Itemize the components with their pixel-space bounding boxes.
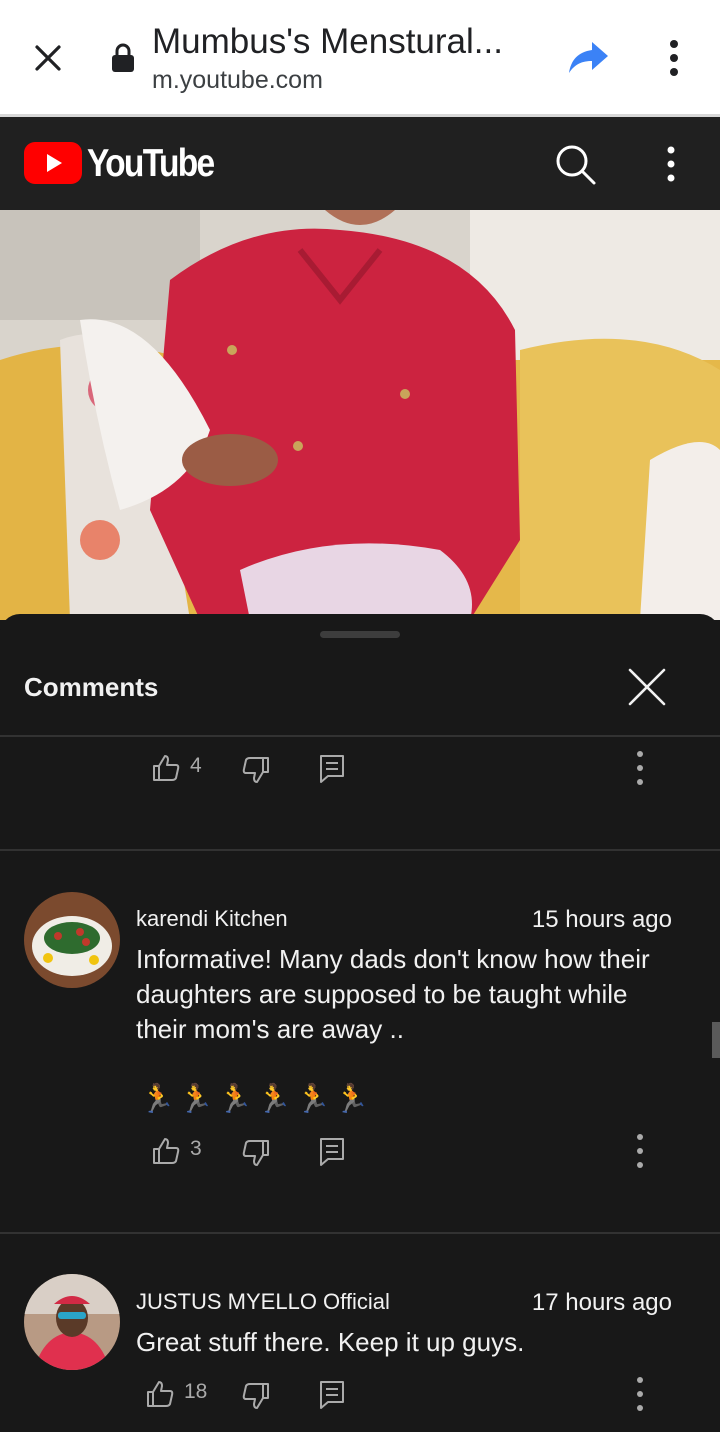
comment-text: Great stuff there. Keep it up guys. — [136, 1327, 525, 1357]
thumbs-down-icon[interactable] — [240, 754, 272, 786]
comment-item: JUSTUS MYELLO Official 17 hours ago Grea… — [0, 1233, 720, 1432]
reply-icon[interactable] — [316, 1378, 348, 1410]
comments-panel: Comments 4 karendi Kitchen 15 hours ago … — [0, 614, 720, 1432]
scrollbar-thumb[interactable] — [712, 1022, 720, 1058]
page-url: m.youtube.com — [152, 66, 323, 94]
comment-emojis: 🏃🏃🏃🏃🏃🏃 — [140, 1083, 374, 1114]
comment-time: 15 hours ago — [531, 906, 672, 933]
comment-actions: 3 — [0, 1129, 720, 1173]
comment-author[interactable]: JUSTUS MYELLO Official — [136, 1289, 390, 1315]
more-vert-icon[interactable] — [628, 1131, 652, 1171]
video-player[interactable] — [0, 210, 720, 620]
thumbs-up-icon[interactable] — [150, 752, 182, 784]
comment-text: Informative! Many dads don't know how th… — [136, 944, 650, 1044]
avatar[interactable] — [24, 1274, 120, 1370]
comments-title: Comments — [24, 672, 159, 702]
more-vert-icon[interactable] — [656, 142, 686, 186]
thumbs-up-icon[interactable] — [150, 1135, 182, 1167]
comment-item: karendi Kitchen 15 hours ago Informative… — [0, 850, 720, 1232]
drag-handle[interactable] — [320, 631, 400, 638]
page-title: Mumbus's Menstural... — [152, 22, 503, 61]
comment-time: 17 hours ago — [531, 1289, 672, 1316]
youtube-logo[interactable]: YouTube — [24, 142, 215, 186]
thumbs-down-icon[interactable] — [240, 1137, 272, 1169]
reply-icon[interactable] — [316, 752, 348, 784]
search-icon[interactable] — [552, 141, 598, 187]
like-count: 3 — [190, 1137, 202, 1160]
browser-toolbar: Mumbus's Menstural... m.youtube.com — [0, 0, 720, 114]
comment-actions: 18 — [0, 1372, 720, 1416]
like-count: 18 — [184, 1380, 208, 1403]
more-vert-icon[interactable] — [628, 1374, 652, 1414]
avatar-image — [24, 892, 120, 988]
youtube-header: YouTube — [0, 117, 720, 210]
like-count: 4 — [190, 754, 202, 777]
more-vert-icon[interactable] — [628, 748, 652, 788]
share-icon[interactable] — [566, 38, 610, 78]
close-icon[interactable] — [28, 38, 68, 78]
panel-divider — [0, 735, 720, 737]
comment-author[interactable]: karendi Kitchen — [136, 906, 288, 932]
thumbs-down-icon[interactable] — [240, 1380, 272, 1412]
lock-icon — [112, 43, 134, 72]
youtube-play-icon — [24, 142, 82, 184]
close-icon[interactable] — [624, 664, 670, 710]
avatar[interactable] — [24, 892, 120, 988]
more-vert-icon[interactable] — [658, 38, 690, 78]
avatar-image — [24, 1274, 120, 1370]
comment-actions: 4 — [0, 746, 720, 790]
youtube-wordmark: YouTube — [87, 142, 215, 185]
thumbs-up-icon[interactable] — [144, 1378, 176, 1410]
reply-icon[interactable] — [316, 1135, 348, 1167]
